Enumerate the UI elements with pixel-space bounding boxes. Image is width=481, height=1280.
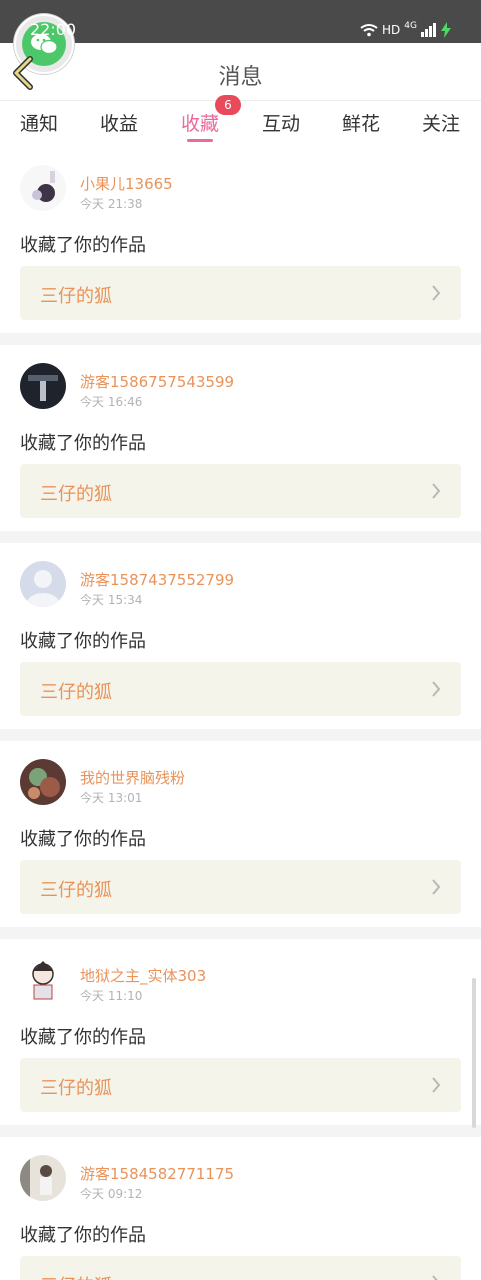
work-link[interactable]: 三仔的狐 bbox=[20, 1256, 461, 1280]
tab-following[interactable]: 关注 bbox=[422, 109, 460, 136]
back-arrow-icon bbox=[13, 56, 33, 90]
user-name[interactable]: 我的世界脑残粉 bbox=[80, 767, 185, 788]
user-name[interactable]: 游客1587437552799 bbox=[80, 569, 234, 590]
chevron-right-icon bbox=[432, 285, 441, 301]
avatar[interactable] bbox=[20, 363, 66, 409]
default-avatar-icon bbox=[20, 561, 66, 607]
divider bbox=[0, 531, 481, 543]
user-name[interactable]: 游客1584582771175 bbox=[80, 1163, 234, 1184]
timestamp: 今天 15:34 bbox=[80, 593, 143, 607]
work-link[interactable]: 三仔的狐 bbox=[20, 860, 461, 914]
list-item: 我的世界脑残粉 今天 13:01 收藏了你的作品 三仔的狐 bbox=[0, 741, 481, 927]
work-title: 三仔的狐 bbox=[40, 1078, 112, 1099]
work-title: 三仔的狐 bbox=[40, 286, 112, 307]
tab-notice[interactable]: 通知 bbox=[20, 109, 58, 136]
chevron-right-icon bbox=[432, 483, 441, 499]
action-text: 收藏了你的作品 bbox=[20, 829, 146, 850]
work-title: 三仔的狐 bbox=[40, 880, 112, 901]
timestamp: 今天 16:46 bbox=[80, 395, 143, 409]
work-link[interactable]: 三仔的狐 bbox=[20, 266, 461, 320]
tab-interaction[interactable]: 互动 bbox=[262, 109, 300, 136]
list-item: 游客1587437552799 今天 15:34 收藏了你的作品 三仔的狐 bbox=[0, 543, 481, 729]
timestamp: 今天 11:10 bbox=[80, 989, 143, 1003]
favorites-count-badge: 6 bbox=[215, 95, 241, 115]
avatar[interactable] bbox=[20, 1155, 66, 1201]
back-button[interactable] bbox=[10, 55, 40, 91]
tab-earnings[interactable]: 收益 bbox=[100, 109, 138, 136]
list-item: 游客1586757543599 今天 16:46 收藏了你的作品 三仔的狐 bbox=[0, 345, 481, 531]
chevron-right-icon bbox=[432, 681, 441, 697]
divider bbox=[0, 927, 481, 939]
divider bbox=[0, 333, 481, 345]
work-link[interactable]: 三仔的狐 bbox=[20, 464, 461, 518]
action-text: 收藏了你的作品 bbox=[20, 1027, 146, 1048]
divider bbox=[0, 1125, 481, 1137]
game-avatar-icon bbox=[20, 759, 66, 805]
anime-avatar-icon bbox=[20, 165, 66, 211]
character-avatar-icon bbox=[20, 957, 66, 1003]
status-time: 22:00 bbox=[30, 20, 77, 39]
signal-icon bbox=[421, 23, 436, 37]
active-tab-indicator bbox=[187, 139, 213, 142]
chevron-right-icon bbox=[432, 1275, 438, 1280]
chevron-right-icon bbox=[432, 879, 441, 895]
work-link[interactable]: 三仔的狐 bbox=[20, 662, 461, 716]
tab-favorites[interactable]: 收藏 bbox=[181, 109, 219, 136]
charging-icon bbox=[441, 22, 451, 38]
avatar[interactable] bbox=[20, 759, 66, 805]
photo-avatar-icon bbox=[20, 1155, 66, 1201]
page-title: 消息 bbox=[218, 65, 263, 90]
wifi-icon bbox=[360, 24, 378, 37]
status-icons: HD 4G bbox=[360, 20, 451, 40]
dark-photo-avatar-icon bbox=[20, 363, 66, 409]
avatar[interactable] bbox=[20, 165, 66, 211]
timestamp: 今天 21:38 bbox=[80, 197, 143, 211]
user-name[interactable]: 地狱之主_实体303 bbox=[80, 965, 206, 986]
divider bbox=[0, 729, 481, 741]
timestamp: 今天 13:01 bbox=[80, 791, 143, 805]
timestamp: 今天 09:12 bbox=[80, 1187, 143, 1201]
network-label: 4G bbox=[404, 21, 417, 31]
avatar[interactable] bbox=[20, 957, 66, 1003]
tab-flowers[interactable]: 鲜花 bbox=[342, 109, 380, 136]
action-text: 收藏了你的作品 bbox=[20, 631, 146, 652]
action-text: 收藏了你的作品 bbox=[20, 1225, 146, 1246]
work-title: 三仔的狐 bbox=[40, 484, 112, 505]
user-name[interactable]: 小果儿13665 bbox=[80, 173, 173, 194]
list-item: 地狱之主_实体303 今天 11:10 收藏了你的作品 三仔的狐 bbox=[0, 939, 481, 1125]
scrollbar[interactable] bbox=[472, 978, 476, 1128]
action-text: 收藏了你的作品 bbox=[20, 433, 146, 454]
action-text: 收藏了你的作品 bbox=[20, 235, 146, 256]
list-item: 游客1584582771175 今天 09:12 收藏了你的作品 三仔的狐 bbox=[0, 1137, 481, 1280]
hd-label: HD bbox=[382, 23, 401, 37]
list-item: 小果儿13665 今天 21:38 收藏了你的作品 三仔的狐 bbox=[0, 147, 481, 333]
avatar[interactable] bbox=[20, 561, 66, 607]
chevron-right-icon bbox=[432, 1077, 441, 1093]
work-title: 三仔的狐 bbox=[40, 1272, 112, 1280]
user-name[interactable]: 游客1586757543599 bbox=[80, 371, 234, 392]
work-title: 三仔的狐 bbox=[40, 682, 112, 703]
work-link[interactable]: 三仔的狐 bbox=[20, 1058, 461, 1112]
